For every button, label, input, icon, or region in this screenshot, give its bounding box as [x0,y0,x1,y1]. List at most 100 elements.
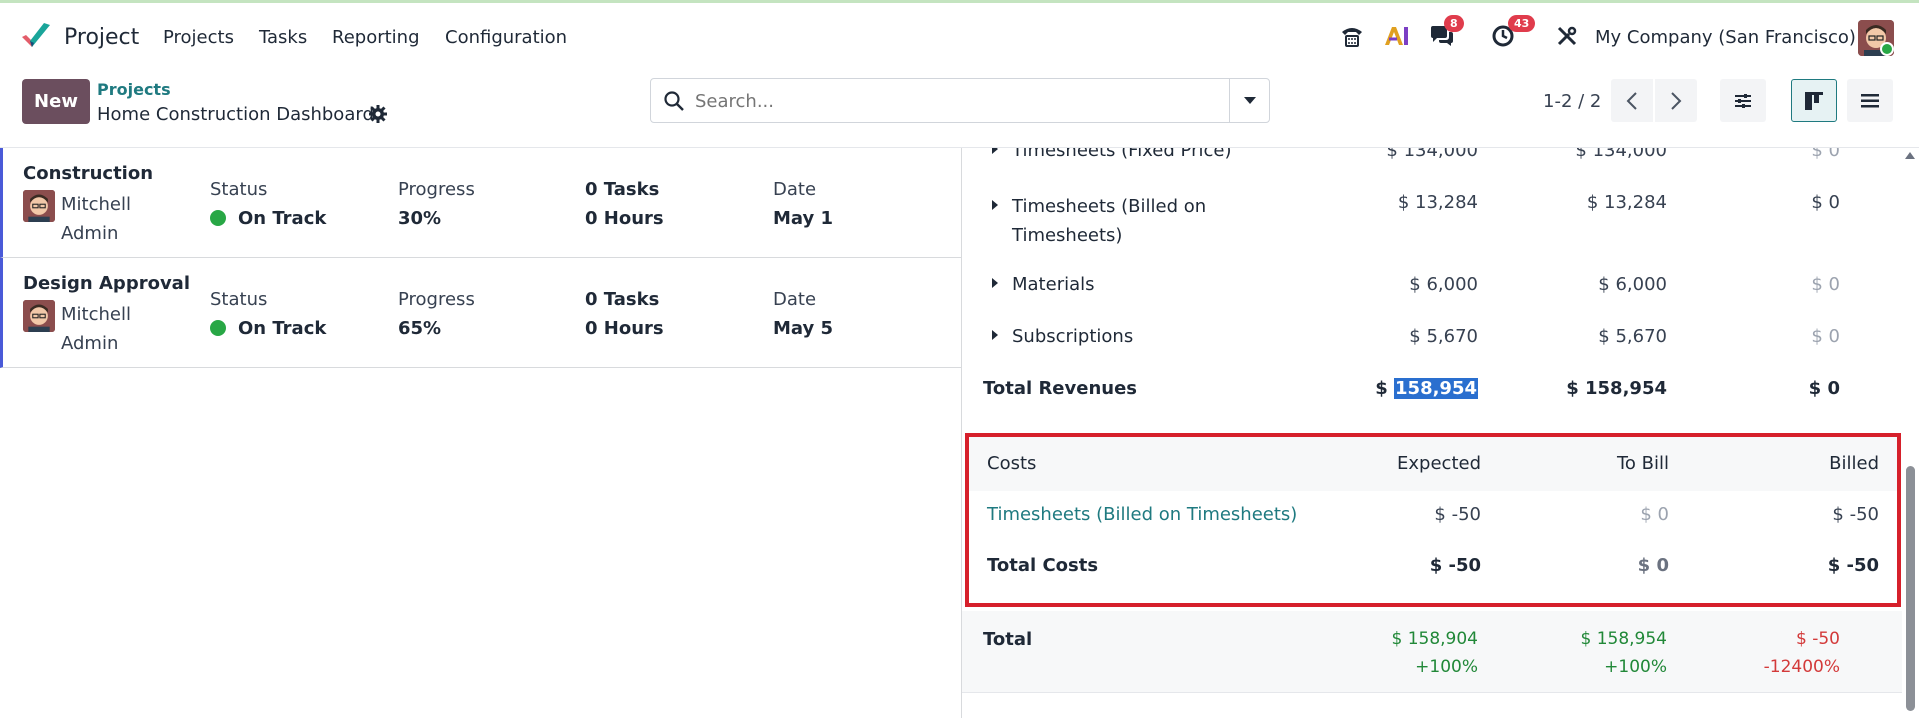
total-costs-billed: $ -50 [1827,555,1879,576]
sliders-icon [1735,93,1751,108]
revenue-expected: $ 13,284 [1397,192,1478,213]
caret-down-icon [1243,96,1256,104]
pager-previous-button[interactable] [1611,79,1653,122]
manager-avatar [23,190,55,222]
pager-next-button[interactable] [1655,79,1697,122]
phone-icon[interactable] [1337,21,1367,51]
revenue-to-bill: $ 5,670 [1598,326,1667,347]
revenue-row-label[interactable]: Timesheets (Fixed Price) [992,148,1231,161]
menu-tasks[interactable]: Tasks [259,27,307,48]
total-costs-to-bill: $ 0 [1637,555,1669,576]
date-value: May 1 [773,208,834,229]
costs-header-billed: Billed [1829,453,1879,474]
cost-row-expected: $ -50 [1434,504,1481,525]
manager-last-name: Admin [61,223,119,244]
scrollbar-thumb[interactable] [1906,466,1915,711]
date-label: Date [773,179,817,200]
manager-first-name: Mitchell [61,304,131,325]
total-revenues-to-bill: $ 158,954 [1566,378,1667,399]
project-name[interactable]: Construction [23,163,153,184]
total-costs-expected: $ -50 [1429,555,1481,576]
project-row-construction[interactable]: Construction Mitchell Admin Status On Tr… [0,148,961,258]
grand-total-expected: $ 158,904 [1391,629,1478,649]
scroll-up-icon[interactable] [1905,152,1915,159]
page-title: Home Construction Dashboard [97,104,374,125]
search-options-toggle[interactable] [1229,79,1269,122]
tasks-count: 0 Tasks [585,179,660,200]
list-view-button[interactable] [1847,79,1893,122]
clock-icon[interactable]: 43 [1488,15,1536,51]
cost-row-billed: $ -50 [1832,504,1879,525]
expand-caret-icon [992,200,998,210]
company-switcher[interactable]: My Company (San Francisco) [1595,27,1856,48]
status-label: Status [210,289,268,310]
project-app-logo-icon[interactable] [20,21,52,51]
tools-icon[interactable] [1552,21,1582,51]
pager-value[interactable]: 1-2 / 2 [1543,91,1601,112]
manager-first-name: Mitchell [61,194,131,215]
manager-avatar [23,300,55,332]
kanban-icon [1805,91,1823,110]
grand-total-expected-pct: +100% [1415,657,1478,677]
revenue-to-bill: $ 13,284 [1586,192,1667,213]
project-manager: Mitchell Admin [61,190,151,248]
revenue-expected: $ 134,000 [1386,148,1478,161]
progress-value: 65% [398,318,442,339]
project-row-design-approval[interactable]: Design Approval Mitchell Admin Status On… [0,258,961,368]
kanban-view-button[interactable] [1791,79,1837,122]
messages-badge: 8 [1444,15,1464,32]
project-manager: Mitchell Admin [61,300,151,358]
breadcrumb-projects[interactable]: Projects [97,80,171,99]
revenue-billed: $ 0 [1811,326,1840,347]
status-value[interactable]: On Track [210,208,326,229]
revenue-row-label[interactable]: Materials [992,274,1095,295]
hours-count: 0 Hours [585,208,664,229]
app-name[interactable]: Project [64,25,139,50]
total-revenues-expected: $ 158,954 [1375,378,1478,399]
progress-value: 30% [398,208,442,229]
revenue-to-bill: $ 6,000 [1598,274,1667,295]
progress-label: Progress [398,179,475,200]
kanban-empty-area [0,368,961,718]
total-costs-label: Total Costs [987,555,1099,576]
expand-caret-icon [992,278,998,288]
new-button[interactable]: New [22,79,90,124]
manager-last-name: Admin [61,333,119,354]
total-revenues-billed: $ 0 [1808,378,1840,399]
chevron-left-icon [1626,91,1637,110]
total-revenues-label: Total Revenues [983,378,1138,399]
revenue-expected: $ 5,670 [1409,326,1478,347]
ai-icon[interactable] [1382,21,1412,51]
menu-configuration[interactable]: Configuration [445,27,567,48]
selected-text: 158,954 [1394,378,1478,399]
grand-total-row: Total $ 158,904 +100% $ 158,954 +100% $ … [962,611,1902,693]
menu-reporting[interactable]: Reporting [332,27,420,48]
cost-row-timesheets-link[interactable]: Timesheets (Billed on Timesheets) [987,504,1297,525]
expand-caret-icon [992,148,998,154]
costs-header-label: Costs [987,453,1037,474]
revenue-billed: $ 0 [1811,148,1840,161]
list-icon [1861,93,1879,107]
date-value: May 5 [773,318,834,339]
revenue-row-label[interactable]: Timesheets (Billed on Timesheets) [992,192,1206,250]
revenue-row-label[interactable]: Subscriptions [992,326,1133,347]
revenue-billed: $ 0 [1811,192,1840,213]
cost-row-to-bill: $ 0 [1640,504,1669,525]
progress-label: Progress [398,289,475,310]
main-navbar: Project Projects Tasks Reporting Configu… [0,3,1919,69]
filters-toggle-button[interactable] [1720,79,1766,122]
chat-icon[interactable]: 8 [1427,15,1464,51]
tasks-count: 0 Tasks [585,289,660,310]
search-input[interactable] [695,87,1195,115]
grand-total-billed: $ -50 [1796,629,1840,649]
grand-total-billed-pct: -12400% [1763,657,1840,677]
gear-icon[interactable] [368,104,388,124]
costs-header-to-bill: To Bill [1616,453,1669,474]
revenue-billed: $ 0 [1811,274,1840,295]
search-icon [664,91,684,111]
project-name[interactable]: Design Approval [23,273,190,294]
menu-projects[interactable]: Projects [163,27,234,48]
revenue-expected: $ 6,000 [1409,274,1478,295]
activities-badge: 43 [1508,15,1536,32]
status-value[interactable]: On Track [210,318,326,339]
